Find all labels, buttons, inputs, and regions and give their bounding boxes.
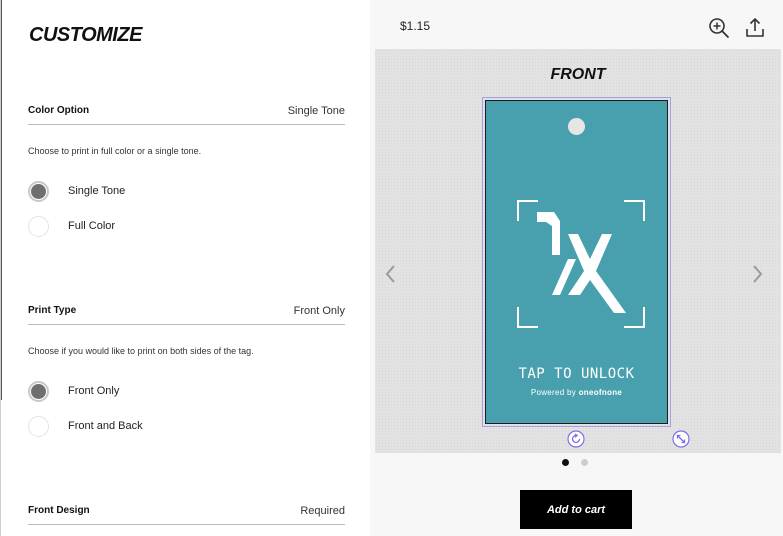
tag-cta-text: TAP TO UNLOCK — [518, 366, 635, 382]
resize-icon[interactable] — [672, 430, 690, 448]
radio-single-tone[interactable]: Single Tone — [28, 181, 228, 203]
pager-dot-active[interactable] — [562, 459, 569, 466]
rotate-icon[interactable] — [567, 430, 585, 448]
print-type-header[interactable]: Print Type Front Only — [28, 305, 345, 325]
front-design-header[interactable]: Front Design Required — [28, 505, 345, 525]
pager-dot[interactable] — [581, 459, 588, 466]
radio-label-front-and-back: Front and Back — [68, 420, 143, 432]
share-icon[interactable] — [743, 16, 767, 40]
chevron-left-icon[interactable] — [383, 262, 399, 286]
color-option-label: Color Option — [28, 105, 90, 116]
radio-button[interactable] — [28, 216, 49, 237]
chevron-right-icon[interactable] — [749, 262, 765, 286]
add-to-cart-button[interactable]: Add to cart — [520, 490, 632, 529]
front-design-label: Front Design — [28, 505, 90, 516]
tag-preview-area: FRONT TAP TO UNLOCK Powered by oneofnone — [375, 49, 781, 453]
radio-label-single-tone: Single Tone — [68, 185, 126, 197]
zoom-in-icon[interactable] — [707, 16, 731, 40]
color-option-header[interactable]: Color Option Single Tone — [28, 105, 345, 125]
powered-brand: oneofnone — [578, 388, 623, 397]
radio-button-selected[interactable] — [28, 181, 49, 202]
radio-label-front-only: Front Only — [68, 385, 120, 397]
side-label: FRONT — [550, 66, 606, 83]
hang-tag[interactable]: TAP TO UNLOCK Powered by oneofnone — [485, 100, 668, 424]
radio-button-selected[interactable] — [28, 381, 49, 402]
print-type-value: Front Only — [293, 305, 345, 317]
color-option-value: Single Tone — [287, 105, 345, 117]
scan-logo-icon — [517, 200, 645, 328]
print-type-label: Print Type — [28, 305, 77, 316]
radio-label-full-color: Full Color — [68, 220, 116, 232]
radio-front-and-back[interactable]: Front and Back — [28, 416, 228, 438]
print-type-description: Choose if you would like to print on bot… — [28, 346, 254, 356]
radio-button[interactable] — [28, 416, 49, 437]
tag-selection-frame[interactable]: TAP TO UNLOCK Powered by oneofnone — [482, 97, 671, 427]
tag-hole — [568, 118, 585, 135]
radio-full-color[interactable]: Full Color — [28, 216, 228, 238]
customize-panel: CUSTOMIZE Color Option Single Tone Choos… — [0, 0, 370, 536]
page-title: CUSTOMIZE — [29, 24, 142, 46]
powered-prefix: Powered by — [530, 388, 577, 397]
panel-edge-divider — [1, 0, 2, 400]
preview-panel: $1.15 FRONT TAP TO UNLOCK Powered by one… — [370, 0, 783, 536]
tag-powered-by: Powered by oneofnone — [486, 388, 667, 397]
color-option-description: Choose to print in full color or a singl… — [28, 146, 202, 156]
price-label: $1.15 — [400, 19, 431, 33]
radio-front-only[interactable]: Front Only — [28, 381, 228, 403]
front-design-value: Required — [300, 505, 345, 517]
